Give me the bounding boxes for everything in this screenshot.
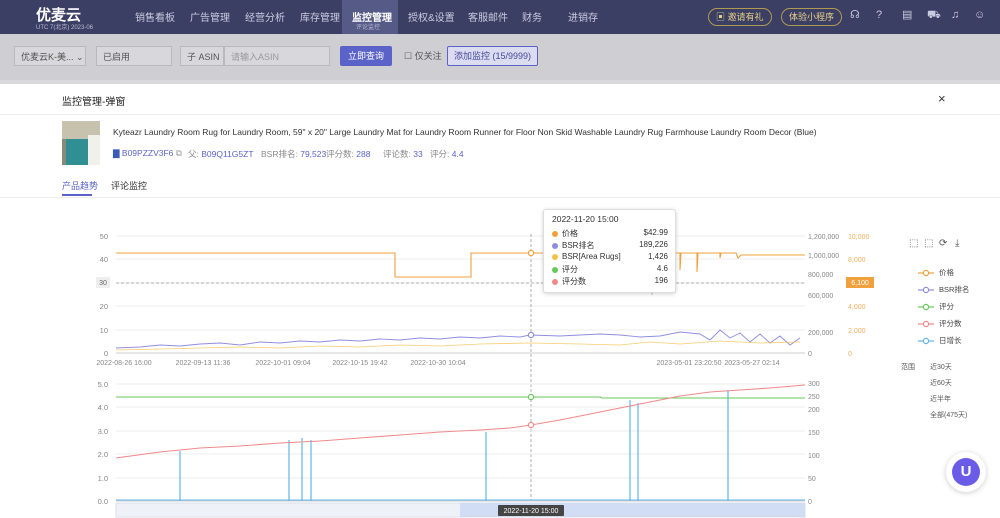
- bottom-y-right-tick: 50: [808, 476, 816, 483]
- trend-charts[interactable]: 0 10 20 40 50 0 200,000 600,000 800,000 …: [0, 0, 1000, 518]
- top-y-right-tick: 1,200,000: [808, 234, 839, 241]
- chart-tooltip: 2022-11-20 15:00 价格 $42.99 BSR排名 189,226 B…: [543, 209, 676, 293]
- top-y-right-tick: 1,000,000: [808, 253, 839, 260]
- top-y-right2-tick: 0: [848, 351, 852, 358]
- bsr-dot-icon: [552, 242, 558, 249]
- bottom-y-left-tick: 5.0: [98, 380, 108, 389]
- top-y-left-tick: 10: [100, 326, 108, 335]
- crosshair-left-label: 30: [99, 280, 107, 287]
- chat-assistant-button[interactable]: U: [946, 452, 986, 492]
- bottom-y-right-tick: 0: [808, 499, 812, 506]
- top-y-right-tick: 600,000: [808, 293, 833, 300]
- top-y-right2-tick: 4,000: [848, 304, 866, 311]
- bsr-area-dot-icon: [552, 253, 558, 260]
- rating-series-line: [116, 396, 805, 399]
- crosshair-right-label: 6,100: [851, 280, 869, 287]
- bottom-y-left-tick: 0.0: [98, 497, 108, 506]
- top-x-tick: 2022-09-13 11:36: [176, 360, 231, 367]
- price-series-line: [116, 245, 805, 278]
- bottom-y-left-tick: 1.0: [98, 474, 108, 483]
- slider-date-label: 2022-11-20 15:00: [504, 508, 559, 515]
- tooltip-row-price: 价格 $42.99: [552, 228, 668, 239]
- top-y-left-tick: 0: [104, 349, 108, 358]
- tooltip-row-review-count: 评分数 196: [552, 276, 668, 287]
- top-y-left-tick: 20: [100, 302, 108, 311]
- top-x-tick: 2022-10-15 19:42: [332, 360, 387, 367]
- bottom-y-left-tick: 2.0: [98, 450, 108, 459]
- bottom-y-right-tick: 250: [808, 394, 820, 401]
- top-x-tick: 2022-08-26 16:00: [96, 360, 151, 367]
- top-y-left-tick: 40: [100, 255, 108, 264]
- top-y-left-tick: 50: [100, 232, 108, 241]
- bsr-marker-point: [527, 331, 535, 339]
- bottom-y-left-tick: 3.0: [98, 427, 108, 436]
- bottom-y-right-tick: 200: [808, 407, 820, 414]
- top-y-right-tick: 0: [808, 351, 812, 358]
- top-x-tick: 2023-05-01 23:20:50: [657, 360, 722, 367]
- review-count-series-line: [115, 384, 806, 459]
- bottom-y-right-tick: 300: [808, 381, 820, 388]
- top-y-right2-tick: 10,000: [848, 234, 870, 241]
- bsr-area-rugs-line: [115, 340, 801, 351]
- price-dot-icon: [552, 230, 558, 237]
- top-x-tick: 2023-05-27 02:14: [724, 360, 779, 367]
- tooltip-row-bsr: BSR排名 189,226: [552, 240, 668, 251]
- review-count-marker-point: [527, 421, 535, 429]
- top-y-right2-tick: 8,000: [848, 257, 866, 264]
- price-marker-point: [527, 249, 535, 257]
- top-y-right-tick: 200,000: [808, 330, 833, 337]
- bottom-y-right-tick: 100: [808, 453, 820, 460]
- tooltip-row-bsr-area: BSR[Area Rugs] 1,426: [552, 252, 668, 263]
- assistant-logo-icon: U: [952, 458, 980, 486]
- bottom-y-right-tick: 150: [808, 430, 820, 437]
- rating-marker-point: [527, 393, 535, 401]
- bottom-y-left-tick: 4.0: [98, 403, 108, 412]
- top-x-tick: 2022-10-01 09:04: [255, 360, 310, 367]
- top-y-right-tick: 800,000: [808, 272, 833, 279]
- tooltip-row-rating: 评分 4.6: [552, 264, 668, 275]
- review-count-dot-icon: [552, 278, 558, 285]
- top-y-right2-tick: 2,000: [848, 328, 866, 335]
- rating-dot-icon: [552, 266, 558, 273]
- tooltip-time: 2022-11-20 15:00: [552, 214, 619, 224]
- top-x-tick: 2022-10-30 10:04: [410, 360, 465, 367]
